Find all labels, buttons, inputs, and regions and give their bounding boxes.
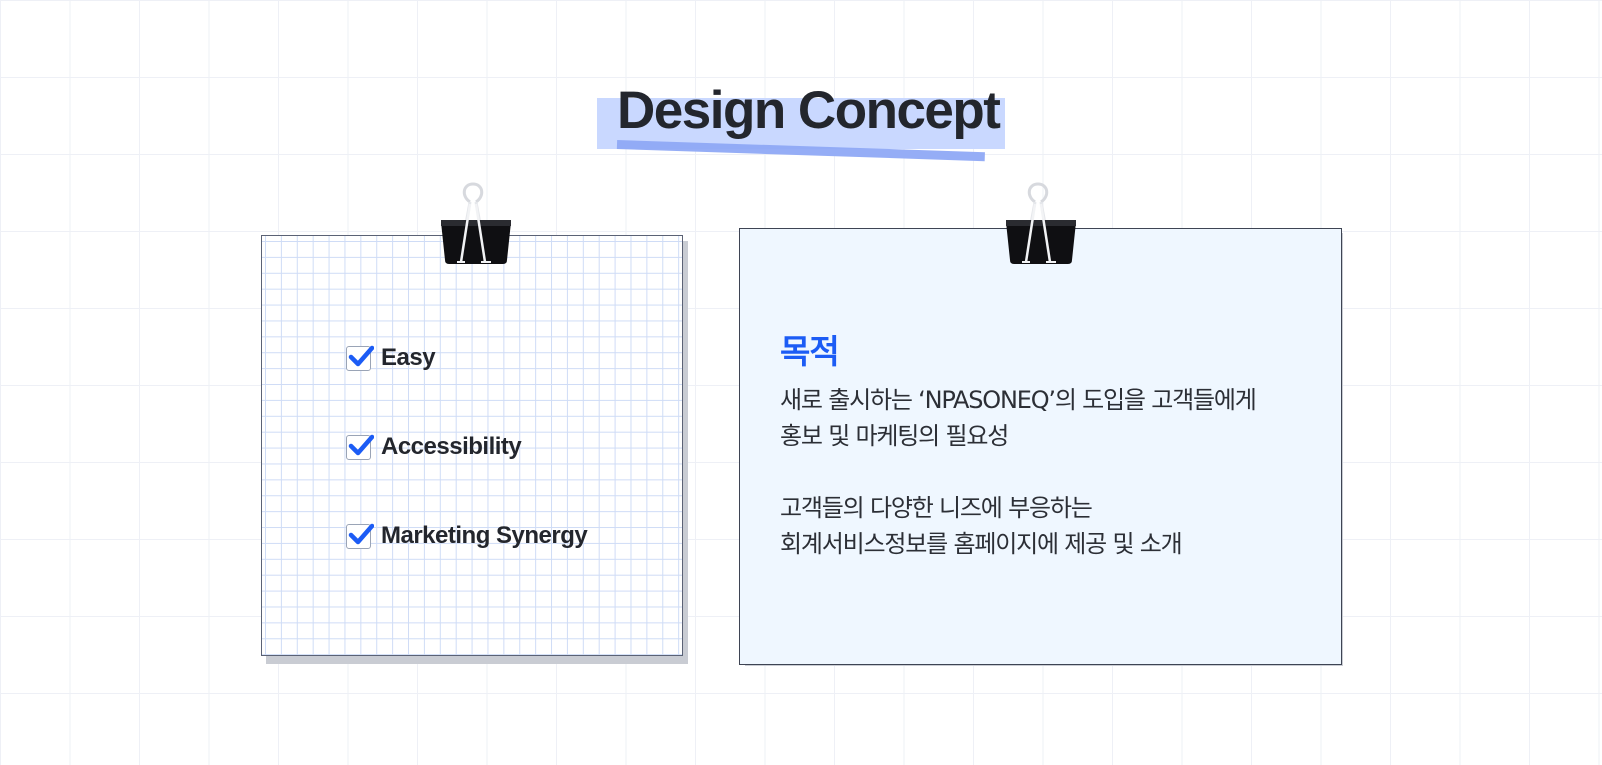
checklist-item-label: Marketing Synergy bbox=[381, 522, 588, 549]
checklist-item-label: Accessibility bbox=[381, 433, 522, 460]
page-title: Design Concept bbox=[617, 81, 1001, 140]
purpose-line: 고객들의 다양한 니즈에 부응하는 bbox=[780, 494, 1093, 522]
checkmark-icon bbox=[348, 434, 374, 455]
purpose-line: 홍보 및 마케팅의 필요성 bbox=[780, 422, 1009, 450]
checkbox[interactable] bbox=[346, 434, 374, 460]
checklist-item-accessibility[interactable]: Accessibility bbox=[346, 432, 522, 462]
checkbox[interactable] bbox=[346, 345, 374, 371]
checkmark-icon bbox=[348, 523, 374, 544]
checklist-item-easy[interactable]: Easy bbox=[346, 343, 436, 373]
purpose-line: 회계서비스정보를 홈페이지에 제공 및 소개 bbox=[780, 530, 1183, 558]
checklist-item-label: Easy bbox=[381, 344, 436, 371]
checkbox[interactable] bbox=[346, 523, 374, 549]
purpose-heading: 목적 bbox=[780, 332, 840, 371]
checkmark-icon bbox=[348, 345, 374, 366]
purpose-line: 새로 출시하는 ‘NPASONEQ’의 도입을 고객들에게 bbox=[780, 386, 1257, 414]
checklist-card: Easy Accessibility Marketing Synergy bbox=[261, 235, 683, 656]
purpose-card: 목적 새로 출시하는 ‘NPASONEQ’의 도입을 고객들에게 홍보 및 마케… bbox=[739, 228, 1342, 665]
purpose-paragraph: 새로 출시하는 ‘NPASONEQ’의 도입을 고객들에게 홍보 및 마케팅의 … bbox=[780, 382, 1257, 454]
purpose-paragraph: 고객들의 다양한 니즈에 부응하는 회계서비스정보를 홈페이지에 제공 및 소개 bbox=[780, 490, 1183, 562]
checklist-item-marketing-synergy[interactable]: Marketing Synergy bbox=[346, 521, 588, 551]
binder-clip-icon bbox=[439, 182, 513, 272]
binder-clip-icon bbox=[1004, 182, 1078, 272]
